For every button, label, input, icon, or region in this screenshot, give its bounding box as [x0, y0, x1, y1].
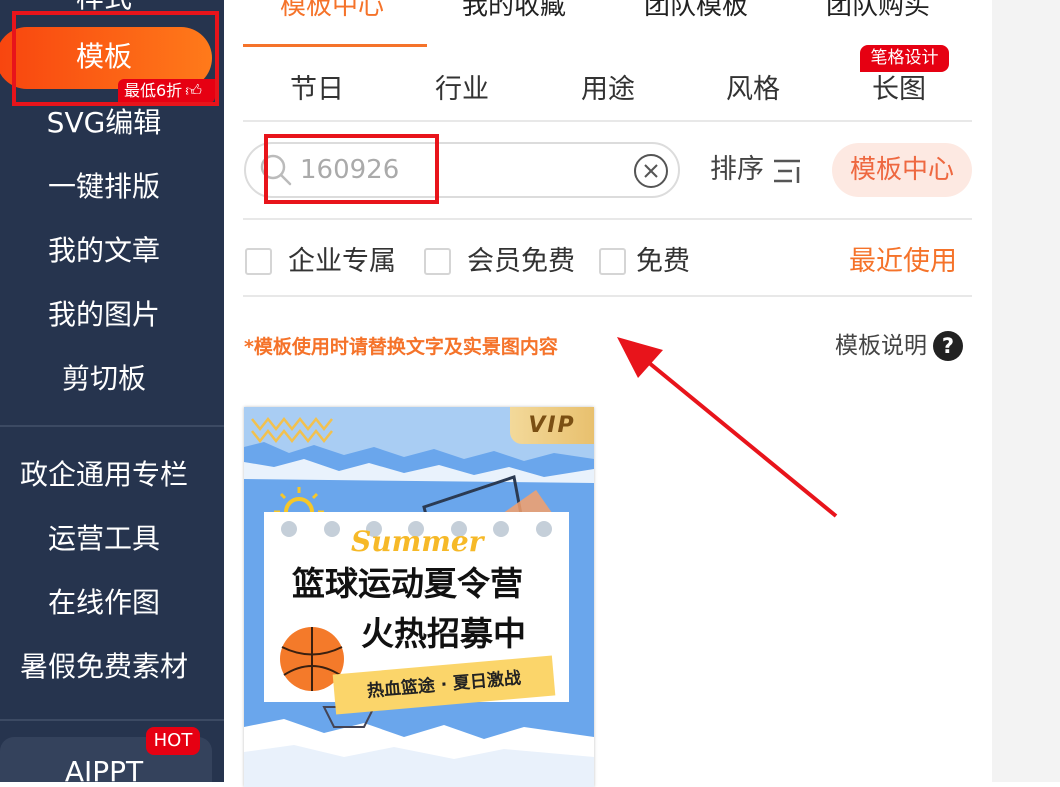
checkbox-enterprise-label: 企业专属	[288, 246, 396, 277]
template-help-link[interactable]: 模板说明	[835, 331, 927, 361]
sidebar-item-template-label: 模板	[75, 40, 132, 73]
sidebar-item-aippt-label: AIPPT	[64, 755, 144, 782]
card-title-line1: 篮球运动夏令营	[292, 564, 523, 603]
sidebar-item-online-drawing[interactable]: 在线作图	[0, 583, 208, 623]
tab-team-purchase[interactable]: 团队购买	[826, 0, 930, 24]
sidebar-item-clipboard[interactable]: 剪切板	[0, 359, 208, 399]
divider	[243, 218, 972, 220]
sidebar-item-my-articles[interactable]: 我的文章	[0, 231, 208, 271]
divider	[243, 120, 972, 122]
usage-notice: *模板使用时请替换文字及实景图内容	[244, 336, 558, 358]
category-style[interactable]: 风格	[726, 72, 780, 108]
sidebar-item-style[interactable]: 样式	[0, 0, 208, 18]
sidebar-item-gov-column[interactable]: 政企通用专栏	[0, 455, 208, 495]
search-icon	[260, 154, 292, 186]
tab-my-favorites[interactable]: 我的收藏	[462, 0, 566, 24]
sidebar-item-svg-edit[interactable]: SVG编辑	[0, 103, 208, 143]
sort-icon[interactable]	[772, 157, 804, 185]
category-festival[interactable]: 节日	[290, 72, 344, 108]
sidebar-item-summer-free[interactable]: 暑假免费素材	[0, 647, 208, 687]
tab-team-templates[interactable]: 团队模板	[644, 0, 748, 24]
checkbox-free[interactable]	[599, 248, 626, 275]
discount-badge: 最低6折 👍︎	[118, 79, 215, 103]
template-card[interactable]: VIP Summer 篮球运动夏令营 火热招募中 热血篮途 · 夏日激战	[244, 407, 594, 787]
category-long-image[interactable]: 长图	[872, 72, 926, 108]
card-title-line2: 火热招募中	[361, 614, 526, 653]
sidebar-item-my-images[interactable]: 我的图片	[0, 295, 208, 335]
checkbox-member-free[interactable]	[424, 248, 451, 275]
recently-used-link[interactable]: 最近使用	[849, 244, 957, 280]
sort-button[interactable]: 排序	[710, 152, 764, 188]
right-scroll-area	[992, 0, 1060, 782]
divider	[243, 295, 972, 297]
hot-badge: HOT	[146, 727, 200, 755]
active-tab-indicator	[243, 44, 427, 47]
sidebar-divider-2	[0, 719, 224, 721]
checkbox-free-label: 免费	[636, 246, 690, 277]
vip-badge: VIP	[510, 407, 594, 444]
sidebar-divider	[0, 425, 224, 427]
search-input[interactable]	[300, 150, 620, 190]
tab-template-center[interactable]: 模板中心	[280, 0, 384, 24]
question-icon[interactable]: ?	[933, 331, 963, 361]
checkbox-enterprise[interactable]	[245, 248, 272, 275]
card-summer-text: Summer	[351, 525, 484, 558]
sidebar-item-one-click-layout[interactable]: 一键排版	[0, 167, 208, 207]
thumbs-up-icon: 👍︎	[185, 81, 202, 100]
checkbox-member-free-label: 会员免费	[467, 246, 575, 277]
template-center-button[interactable]: 模板中心	[832, 143, 972, 197]
category-industry[interactable]: 行业	[435, 72, 489, 108]
category-usage[interactable]: 用途	[581, 72, 635, 108]
sidebar: 样式 模板 最低6折👍︎ SVG编辑 一键排版 我的文章 我的图片 剪切板 政企…	[0, 0, 224, 782]
sidebar-item-ops-tools[interactable]: 运营工具	[0, 519, 208, 559]
clear-icon[interactable]	[633, 153, 669, 189]
category-badge: 笔格设计	[860, 45, 949, 72]
